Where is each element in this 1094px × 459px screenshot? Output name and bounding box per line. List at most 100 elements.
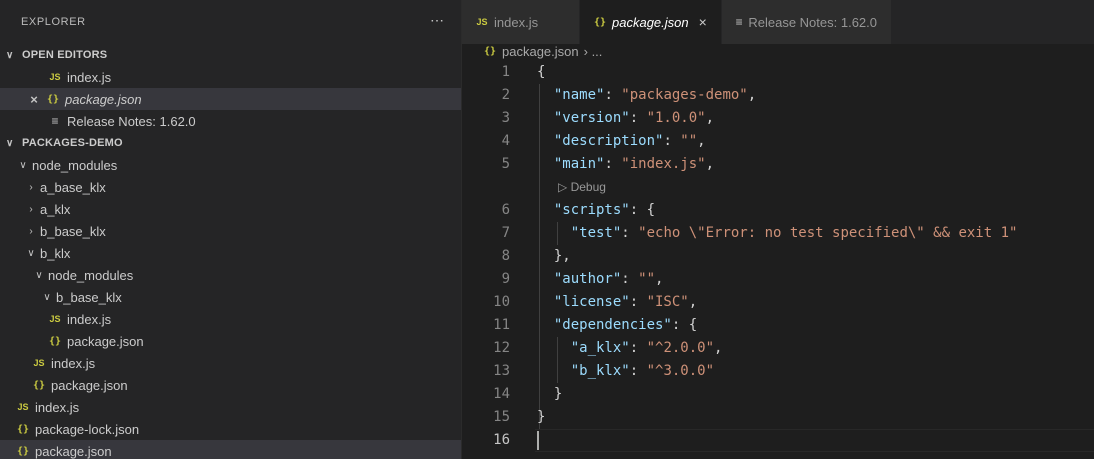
code-line: 12 "a_klx": "^2.0.0", bbox=[462, 337, 1094, 360]
tab-bar: JS index.js {} package.json × ≡ Release … bbox=[462, 0, 1094, 44]
tree-label: index.js bbox=[67, 311, 112, 327]
explorer-title: EXPLORER bbox=[21, 16, 86, 28]
breadcrumb-file[interactable]: package.json bbox=[502, 44, 579, 59]
open-editor-item[interactable]: ≡ Release Notes: 1.62.0 bbox=[0, 110, 461, 132]
code-line: 1{ bbox=[462, 61, 1094, 84]
code-text: "author": "", bbox=[553, 271, 664, 287]
code-line: 8 }, bbox=[462, 245, 1094, 268]
tree-file[interactable]: JS index.js bbox=[0, 352, 461, 374]
tree-label: node_modules bbox=[48, 267, 134, 283]
tree-label: index.js bbox=[51, 355, 96, 371]
project-label: PACKAGES-DEMO bbox=[22, 137, 123, 149]
tree-file[interactable]: {} package.json bbox=[0, 374, 461, 396]
explorer-header: EXPLORER ⋯ bbox=[0, 0, 461, 44]
line-number: 14 bbox=[493, 386, 510, 402]
close-icon[interactable]: × bbox=[699, 14, 707, 30]
code-text: { bbox=[537, 64, 546, 80]
open-editor-item[interactable]: JS index.js bbox=[0, 66, 461, 88]
tab-release-notes[interactable]: ≡ Release Notes: 1.62.0 bbox=[722, 0, 892, 44]
code-text: "test": "echo \"Error: no test specified… bbox=[570, 225, 1018, 241]
chevron-down-icon: ∨ bbox=[6, 49, 14, 61]
tab-index-js[interactable]: JS index.js bbox=[462, 0, 580, 44]
breadcrumb-rest[interactable]: › ... bbox=[584, 44, 603, 59]
release-notes-icon: ≡ bbox=[735, 15, 743, 29]
tree-folder[interactable]: › a_klx bbox=[0, 198, 461, 220]
open-editors-label: OPEN EDITORS bbox=[22, 49, 108, 61]
tree-label: a_base_klx bbox=[40, 179, 106, 195]
code-editor[interactable]: 1{ 2 "name": "packages-demo", 3 "version… bbox=[462, 61, 1094, 459]
code-text: }, bbox=[537, 248, 571, 264]
tree-folder[interactable]: ∨ node_modules bbox=[0, 154, 461, 176]
code-line: 16 bbox=[462, 429, 1094, 452]
tree-folder[interactable]: › a_base_klx bbox=[0, 176, 461, 198]
explorer-sidebar: EXPLORER ⋯ ∨ OPEN EDITORS JS index.js × … bbox=[0, 0, 461, 459]
more-actions-icon[interactable]: ⋯ bbox=[430, 12, 445, 29]
tree-folder[interactable]: ∨ node_modules bbox=[0, 264, 461, 286]
tab-label: index.js bbox=[494, 14, 539, 30]
code-line: 15} bbox=[462, 406, 1094, 429]
code-line: 13 "b_klx": "^3.0.0" bbox=[462, 360, 1094, 383]
tree-label: index.js bbox=[35, 399, 80, 415]
json-file-icon: {} bbox=[48, 335, 62, 347]
code-text: "description": "", bbox=[553, 133, 706, 149]
chevron-right-icon: › bbox=[29, 225, 33, 237]
code-text: } bbox=[537, 409, 546, 425]
line-number: 6 bbox=[501, 202, 510, 218]
breadcrumb: {} package.json › ... bbox=[462, 40, 602, 62]
open-editors-header[interactable]: ∨ OPEN EDITORS bbox=[0, 44, 461, 66]
open-editor-item[interactable]: × {} package.json bbox=[0, 88, 461, 110]
code-line: 7 "test": "echo \"Error: no test specifi… bbox=[462, 222, 1094, 245]
code-text: "dependencies": { bbox=[553, 317, 698, 333]
codelens-line: ▷ Debug bbox=[462, 176, 1094, 199]
js-file-icon: JS bbox=[49, 314, 61, 324]
open-editor-label: Release Notes: 1.62.0 bbox=[67, 113, 196, 129]
chevron-down-icon: ∨ bbox=[27, 247, 35, 259]
json-file-icon: {} bbox=[593, 16, 607, 28]
code-line: 11 "dependencies": { bbox=[462, 314, 1094, 337]
chevron-down-icon: ∨ bbox=[6, 137, 14, 149]
code-line: 4 "description": "", bbox=[462, 130, 1094, 153]
line-number: 11 bbox=[493, 317, 510, 333]
chevron-down-icon: ∨ bbox=[35, 269, 43, 281]
code-line: 10 "license": "ISC", bbox=[462, 291, 1094, 314]
line-number: 3 bbox=[501, 110, 510, 126]
line-number: 5 bbox=[501, 156, 510, 172]
tree-file[interactable]: {} package.json bbox=[0, 440, 461, 459]
tree-file[interactable]: JS index.js bbox=[0, 396, 461, 418]
line-number: 9 bbox=[501, 271, 510, 287]
chevron-down-icon: ∨ bbox=[43, 291, 51, 303]
tree-file[interactable]: {} package-lock.json bbox=[0, 418, 461, 440]
tree-label: node_modules bbox=[32, 157, 118, 173]
code-text: "scripts": { bbox=[553, 202, 656, 218]
line-number: 15 bbox=[493, 409, 510, 425]
tree-label: package.json bbox=[35, 443, 112, 459]
code-text: "version": "1.0.0", bbox=[553, 110, 715, 126]
code-line: 9 "author": "", bbox=[462, 268, 1094, 291]
line-number: 8 bbox=[501, 248, 510, 264]
tree-folder[interactable]: ∨ b_base_klx bbox=[0, 286, 461, 308]
tree-label: package.json bbox=[51, 377, 128, 393]
code-line: 6 "scripts": { bbox=[462, 199, 1094, 222]
tree-file[interactable]: {} package.json bbox=[0, 330, 461, 352]
debug-codelens[interactable]: ▷ Debug bbox=[558, 176, 606, 199]
tab-package-json[interactable]: {} package.json × bbox=[580, 0, 722, 44]
tree-label: b_klx bbox=[40, 245, 71, 261]
tree-label: b_base_klx bbox=[56, 289, 122, 305]
code-line: 5 "main": "index.js", bbox=[462, 153, 1094, 176]
code-text: "b_klx": "^3.0.0" bbox=[570, 363, 715, 379]
line-number: 7 bbox=[501, 225, 510, 241]
tree-folder[interactable]: ∨ b_klx bbox=[0, 242, 461, 264]
text-cursor bbox=[537, 431, 539, 450]
project-header[interactable]: ∨ PACKAGES-DEMO bbox=[0, 132, 461, 154]
code-text: "name": "packages-demo", bbox=[553, 87, 757, 103]
tree-label: package-lock.json bbox=[35, 421, 140, 437]
tree-file[interactable]: JS index.js bbox=[0, 308, 461, 330]
line-number: 1 bbox=[501, 64, 510, 80]
code-text: "a_klx": "^2.0.0", bbox=[570, 340, 723, 356]
close-icon[interactable]: × bbox=[27, 92, 41, 107]
line-number: 2 bbox=[501, 87, 510, 103]
line-number: 13 bbox=[493, 363, 510, 379]
tree-folder[interactable]: › b_base_klx bbox=[0, 220, 461, 242]
line-number: 4 bbox=[501, 133, 510, 149]
open-editor-label: index.js bbox=[67, 69, 112, 85]
